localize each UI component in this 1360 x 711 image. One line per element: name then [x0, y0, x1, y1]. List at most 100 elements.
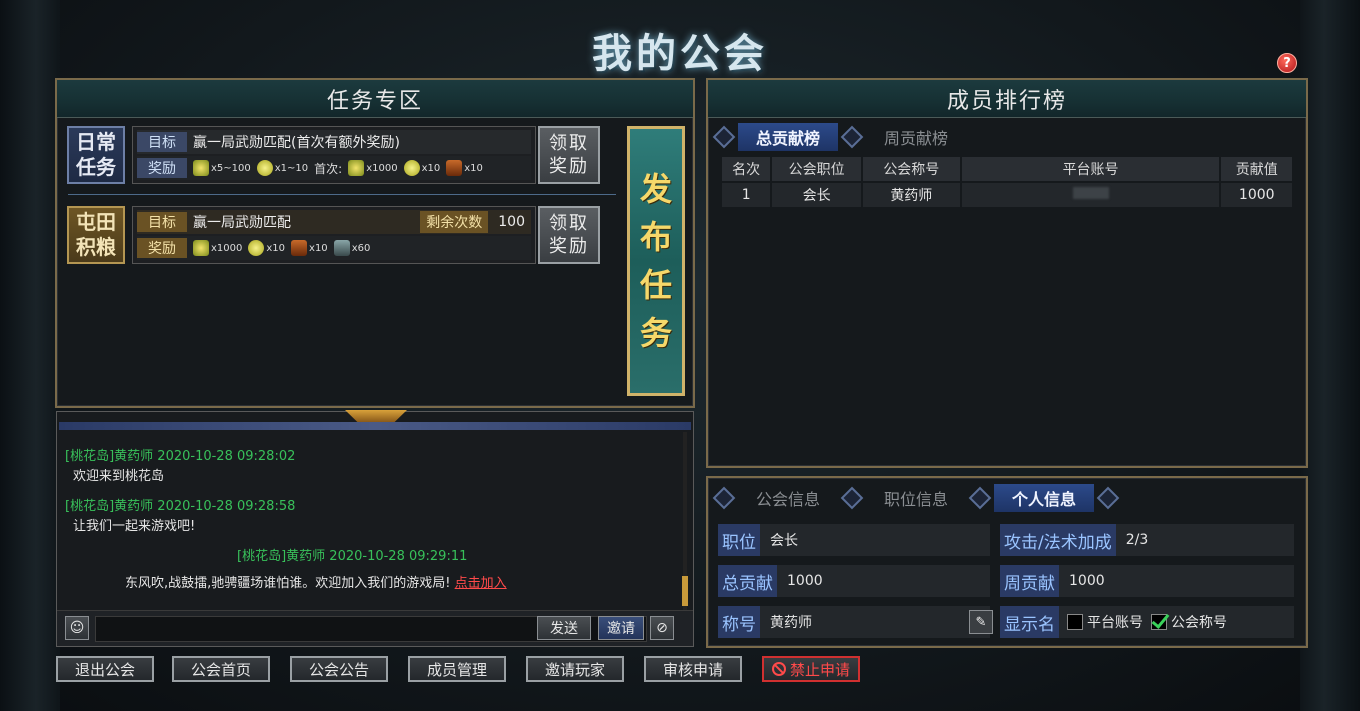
column-header: 平台账号 — [961, 157, 1220, 181]
chat-sender: [桃花岛]黄药师 2020-10-28 09:28:58 — [65, 499, 296, 514]
tab-guild-info[interactable]: 公会信息 — [738, 484, 838, 512]
bonus-row: 攻击/法术加成 2/3 — [1000, 524, 1294, 556]
daily-task-tag: 日常 任务 — [67, 126, 125, 184]
window-title: 我的公会 — [592, 30, 768, 77]
info-tabs: 公会信息 职位信息 个人信息 — [710, 482, 1122, 514]
tab-personal-info[interactable]: 个人信息 — [994, 484, 1095, 512]
review-applications-button[interactable]: 审核申请 — [644, 656, 742, 682]
coin-icon — [193, 160, 209, 176]
guild-announcement-button[interactable]: 公会公告 — [290, 656, 388, 682]
display-name-row: 显示名 平台账号 公会称号 — [1000, 606, 1294, 638]
gem-icon — [248, 240, 265, 256]
reward-item: x10 — [248, 240, 285, 256]
position-label: 职位 — [718, 524, 760, 556]
claim-reward-button[interactable]: 领取 奖励 — [538, 126, 600, 184]
chat-message: 让我们一起来游戏吧! — [73, 519, 196, 534]
leave-guild-button[interactable]: 退出公会 — [56, 656, 154, 682]
reward-item: x1000 — [348, 160, 398, 176]
tab-diamond-icon — [1096, 486, 1120, 510]
goal-text: 赢一局武勋匹配 — [193, 215, 291, 231]
account-cell — [961, 183, 1220, 207]
emote-icon[interactable]: ☺ — [65, 616, 89, 640]
invite-button[interactable]: 邀请 — [598, 616, 644, 640]
reward-item: x10 — [446, 160, 483, 176]
publish-task-button[interactable]: 发 布 任 务 — [627, 126, 685, 396]
chat-input-row: ☺ 发送 邀请 ⊘ — [57, 610, 693, 646]
first-time-label: 首次: — [314, 161, 343, 176]
table-row[interactable]: 1 会长 黄药师 1000 — [722, 183, 1292, 207]
nickname-label: 称号 — [718, 606, 760, 638]
right-decoration — [1300, 0, 1360, 711]
task-divider — [68, 194, 616, 195]
position-cell: 会长 — [772, 183, 861, 207]
block-icon[interactable]: ⊘ — [650, 616, 674, 640]
task-panel-title: 任务专区 — [57, 80, 693, 118]
column-header: 公会称号 — [862, 157, 960, 181]
reward-item: x5~100 — [193, 160, 251, 176]
statue-icon — [333, 240, 350, 256]
chat-sender: [桃花岛]黄药师 2020-10-28 09:28:02 — [65, 449, 296, 464]
chat-sender: [桃花岛]黄药师 2020-10-28 09:29:11 — [237, 549, 468, 564]
nickname-row: 称号 黄药师 — [718, 606, 990, 638]
chat-message: 欢迎来到桃花岛 — [73, 469, 165, 484]
goal-label: 目标 — [137, 212, 187, 232]
total-contribution-row: 总贡献 1000 — [718, 565, 990, 597]
platform-account-label: 平台账号 — [1087, 615, 1143, 631]
tab-weekly-contribution[interactable]: 周贡献榜 — [866, 123, 966, 151]
weekly-contribution-label: 周贡献 — [1000, 565, 1059, 597]
left-decoration — [0, 0, 60, 711]
guild-title-checkbox[interactable] — [1151, 614, 1167, 630]
ranking-tabs: 总贡献榜 周贡献榜 — [710, 121, 966, 153]
chat-topbar — [59, 422, 691, 430]
tab-diamond-icon — [712, 486, 736, 510]
position-row: 职位 会长 — [718, 524, 990, 556]
tab-diamond-icon — [712, 125, 736, 149]
column-header: 公会职位 — [772, 157, 861, 181]
ranking-title: 成员排行榜 — [708, 80, 1306, 118]
nickname-value: 黄药师 — [770, 615, 812, 631]
member-management-button[interactable]: 成员管理 — [408, 656, 506, 682]
chat-collapse-handle[interactable] — [345, 410, 407, 422]
column-header: 名次 — [722, 157, 771, 181]
send-button[interactable]: 发送 — [537, 616, 591, 640]
gem-icon — [403, 160, 420, 176]
display-name-label: 显示名 — [1000, 606, 1059, 638]
farming-task-box: 目标 赢一局武勋匹配 剩余次数 100 奖励 x1000 x10 x10 x60 — [132, 206, 536, 264]
tab-total-contribution[interactable]: 总贡献榜 — [738, 123, 839, 151]
bonus-value: 2/3 — [1125, 532, 1149, 548]
guild-home-button[interactable]: 公会首页 — [172, 656, 270, 682]
chat-message: 东风吹,战鼓擂,驰骋疆场谁怕谁。欢迎加入我们的游戏局! 点击加入 — [125, 576, 507, 591]
reward-item: x1000 — [193, 240, 242, 256]
weekly-contribution-row: 周贡献 1000 — [1000, 565, 1294, 597]
reward-item: x10 — [403, 160, 440, 176]
coin-icon — [348, 160, 365, 176]
column-header: 贡献值 — [1221, 157, 1292, 181]
remaining-count-label: 剩余次数 — [420, 211, 489, 233]
tab-position-info[interactable]: 职位信息 — [866, 484, 966, 512]
goal-label: 目标 — [137, 132, 187, 152]
help-icon[interactable]: ? — [1277, 53, 1297, 73]
gem-icon — [256, 160, 273, 176]
total-contribution-value: 1000 — [787, 573, 823, 589]
ranking-table: 名次 公会职位 公会称号 平台账号 贡献值 1 会长 黄药师 1000 — [720, 155, 1294, 209]
blurred-account — [1072, 187, 1109, 199]
chat-scroll-thumb[interactable] — [682, 576, 688, 606]
farming-task-tag: 屯田 积粮 — [67, 206, 125, 264]
total-contribution-label: 总贡献 — [718, 565, 777, 597]
claim-reward-button[interactable]: 领取 奖励 — [538, 206, 600, 264]
join-game-link[interactable]: 点击加入 — [455, 576, 507, 591]
reward-label: 奖励 — [137, 238, 187, 258]
edit-icon[interactable]: ✎ — [969, 610, 993, 634]
daily-task-box: 目标 赢一局武勋匹配(首次有额外奖励) 奖励 x5~100 x1~10 首次: … — [132, 126, 536, 184]
title-cell: 黄药师 — [862, 183, 960, 207]
shield-icon — [446, 160, 463, 176]
goal-text: 赢一局武勋匹配(首次有额外奖励) — [193, 135, 400, 151]
position-value: 会长 — [770, 533, 798, 549]
ban-icon — [771, 662, 786, 676]
ban-applications-button[interactable]: 禁止申请 — [762, 656, 860, 682]
invite-player-button[interactable]: 邀请玩家 — [526, 656, 624, 682]
reward-item: x10 — [291, 240, 328, 256]
platform-account-checkbox[interactable] — [1067, 614, 1083, 630]
shield-icon — [291, 240, 308, 256]
reward-label: 奖励 — [137, 158, 187, 178]
